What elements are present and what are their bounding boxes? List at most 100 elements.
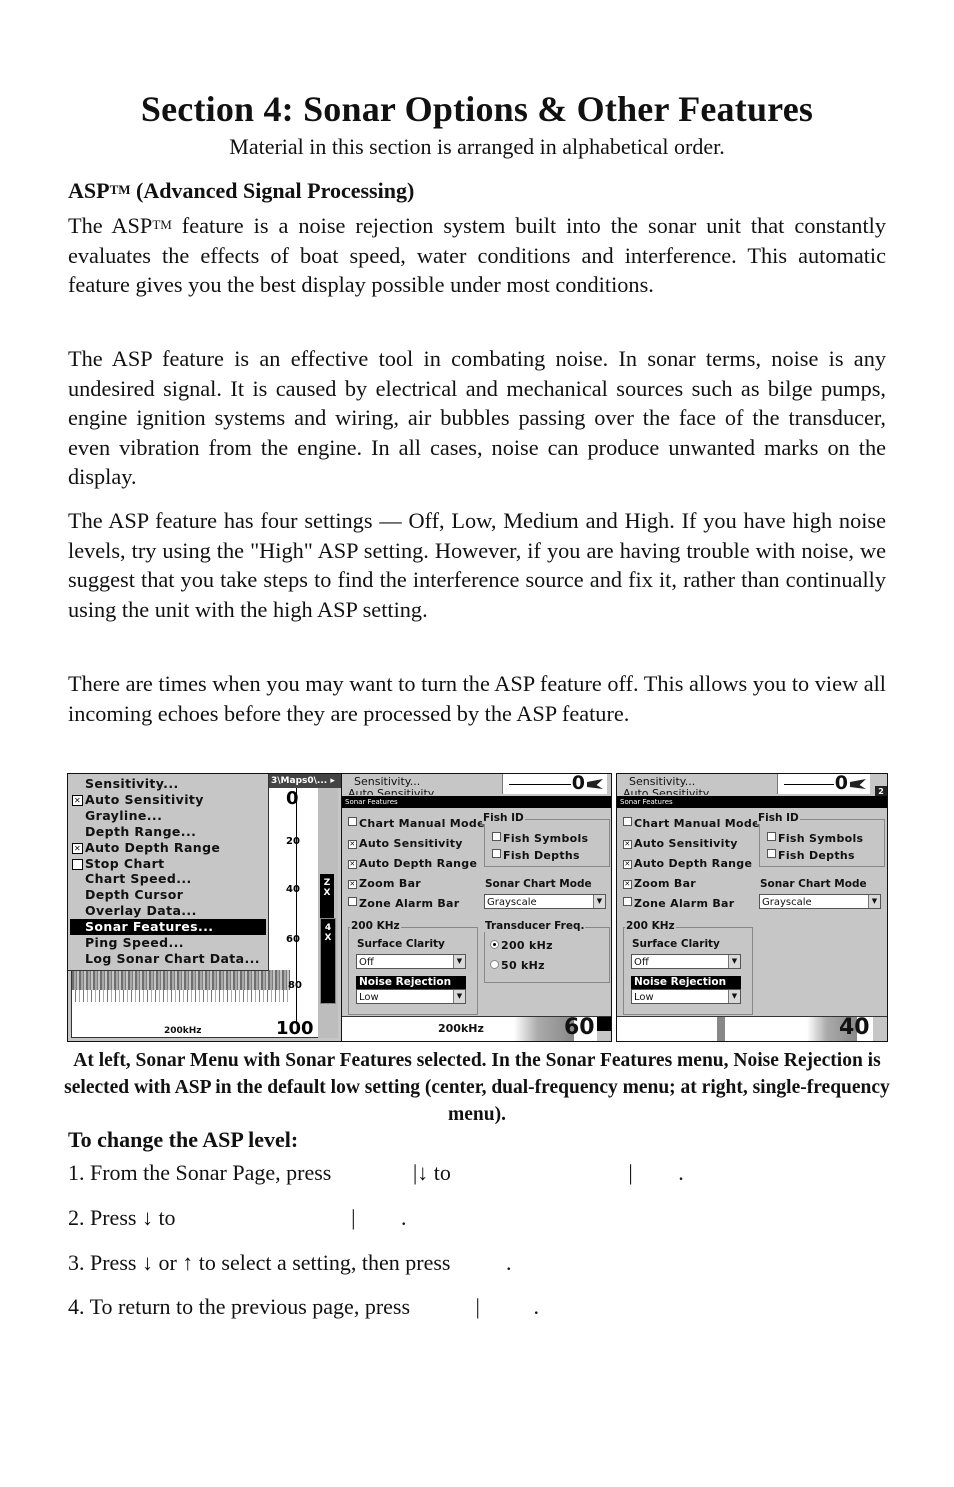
dropdown-value: Off: [634, 957, 649, 968]
dropdown-value: Low: [359, 992, 379, 1003]
radio-icon[interactable]: [490, 940, 499, 949]
menu-item-label: Sonar Features...: [85, 919, 214, 935]
checkbox-icon[interactable]: [348, 880, 357, 889]
echo-mark: [587, 779, 603, 789]
option-checkbox[interactable]: Chart Manual Mode: [623, 817, 760, 830]
option-checkbox[interactable]: Fish Symbols: [492, 832, 588, 845]
checkbox-icon[interactable]: [623, 897, 632, 906]
checkbox-icon[interactable]: [623, 817, 632, 826]
manual-page: Section 4: Sonar Options & Other Feature…: [0, 0, 954, 1487]
menu-item[interactable]: Grayline...: [70, 808, 266, 824]
menu-item[interactable]: Log Sonar Chart Data...: [70, 951, 266, 967]
group-label: Transducer Freq.: [484, 920, 586, 932]
chevron-down-icon[interactable]: ▼: [453, 955, 465, 968]
chart-mode-dropdown[interactable]: Grayscale ▼: [484, 894, 606, 909]
depth-zero-label: 0: [834, 773, 848, 794]
noise-rejection-dropdown[interactable]: Low ▼: [356, 989, 466, 1004]
chart-mode-dropdown[interactable]: Grayscale ▼: [759, 894, 881, 909]
step-text: .: [533, 1294, 539, 1319]
asp-heading: ASPTM (Advanced Signal Processing): [68, 178, 414, 204]
chart-mode-label: Sonar Chart Mode: [485, 878, 592, 890]
menu-item[interactable]: Chart Speed...: [70, 871, 266, 887]
menu-item[interactable]: Depth Cursor: [70, 887, 266, 903]
menu-item[interactable]: Auto Depth Range: [70, 840, 266, 856]
menu-item[interactable]: Overlay Data...: [70, 903, 266, 919]
option-checkbox[interactable]: Zone Alarm Bar: [348, 897, 460, 910]
bottom-echo-band: [72, 970, 290, 990]
checkbox-icon[interactable]: [348, 817, 357, 826]
option-checkbox[interactable]: Zoom Bar: [348, 877, 421, 890]
option-checkbox[interactable]: Fish Symbols: [767, 832, 863, 845]
checkbox-icon[interactable]: [492, 832, 501, 841]
menu-item[interactable]: Depth Range...: [70, 824, 266, 840]
checkbox-icon[interactable]: [72, 794, 83, 806]
checkbox-icon[interactable]: [767, 832, 776, 841]
side-strip: [873, 1017, 887, 1041]
step-text: |: [628, 1160, 639, 1185]
option-label: Auto Depth Range: [634, 857, 753, 870]
zoom-window[interactable]: 4 X: [320, 918, 336, 1004]
checkbox-icon[interactable]: [623, 840, 632, 849]
option-label: Chart Manual Mode: [359, 817, 485, 830]
option-label: Zoom Bar: [359, 877, 422, 890]
menu-item[interactable]: Stop Chart: [70, 856, 266, 872]
checkbox-icon[interactable]: [72, 858, 83, 870]
chevron-down-icon[interactable]: ▼: [453, 990, 465, 1003]
step-text: |↓ to: [412, 1160, 457, 1185]
option-checkbox[interactable]: Auto Depth Range: [348, 857, 477, 870]
option-checkbox[interactable]: Chart Manual Mode: [348, 817, 485, 830]
checkbox-icon[interactable]: [492, 849, 501, 858]
checkbox-icon[interactable]: [72, 842, 83, 854]
option-label: Zoom Bar: [634, 877, 697, 890]
checkbox-icon[interactable]: [348, 860, 357, 869]
checkbox-icon[interactable]: [623, 860, 632, 869]
figure-caption: At left, Sonar Menu with Sonar Features …: [64, 1050, 890, 1125]
surface-clarity-dropdown[interactable]: Off ▼: [356, 954, 466, 969]
depth-label: 20: [286, 836, 300, 847]
checkbox-icon[interactable]: [348, 840, 357, 849]
step-2: 2. Press ↓ to | .: [68, 1205, 406, 1231]
radio-option[interactable]: 50 kHz: [490, 959, 545, 972]
option-checkbox[interactable]: Auto Depth Range: [623, 857, 752, 870]
checkbox-icon[interactable]: [623, 880, 632, 889]
menu-item-label: Chart Speed...: [85, 871, 192, 887]
option-label: Fish Depths: [503, 849, 580, 862]
dialog-title: Sonar Features: [617, 796, 887, 808]
radio-option[interactable]: 200 kHz: [490, 939, 553, 952]
checkbox-icon[interactable]: [767, 849, 776, 858]
menu-item[interactable]: Sonar Features...: [70, 919, 266, 936]
menu-item-label: Log Sonar Chart Data...: [85, 950, 260, 966]
depth-label: 80: [288, 980, 302, 991]
chevron-down-icon[interactable]: ▼: [728, 990, 740, 1003]
status-strip: 40: [617, 1015, 887, 1041]
sonar-features-dual-freq-screenshot: Sensitivity... Auto Sensitivity 0 Sonar …: [341, 773, 612, 1042]
checkbox-icon[interactable]: [348, 897, 357, 906]
chevron-down-icon[interactable]: ▼: [728, 955, 740, 968]
chart-mode-label: Sonar Chart Mode: [760, 878, 867, 890]
option-checkbox[interactable]: Fish Depths: [767, 849, 855, 862]
zoom-indicator: [597, 1017, 611, 1031]
depth-label: 60: [286, 934, 300, 945]
option-label: Fish Symbols: [778, 832, 864, 845]
procedure-heading: To change the ASP level:: [68, 1127, 299, 1152]
status-strip: 200kHz 60: [342, 1015, 611, 1041]
depth-readout: 40: [839, 1015, 870, 1040]
menu-item[interactable]: Ping Speed...: [70, 935, 266, 951]
option-checkbox[interactable]: Auto Sensitivity: [348, 837, 463, 850]
option-checkbox[interactable]: Zone Alarm Bar: [623, 897, 735, 910]
radio-icon[interactable]: [490, 960, 499, 969]
step-text: 1. From the Sonar Page, press: [68, 1160, 337, 1185]
surface-clarity-dropdown[interactable]: Off ▼: [631, 954, 741, 969]
surface-line: [784, 784, 834, 785]
zoom-bar[interactable]: Z X 4 X: [318, 788, 338, 1038]
option-checkbox[interactable]: Zoom Bar: [623, 877, 696, 890]
step-text: |: [475, 1294, 486, 1319]
chevron-down-icon[interactable]: ▼: [868, 895, 880, 908]
chevron-down-icon[interactable]: ▼: [593, 895, 605, 908]
menu-item[interactable]: Auto Sensitivity: [70, 792, 266, 808]
menu-item-label: Stop Chart: [85, 855, 165, 871]
noise-rejection-dropdown[interactable]: Low ▼: [631, 989, 741, 1004]
option-checkbox[interactable]: Fish Depths: [492, 849, 580, 862]
menu-item[interactable]: Sensitivity...: [70, 776, 266, 792]
option-checkbox[interactable]: Auto Sensitivity: [623, 837, 738, 850]
